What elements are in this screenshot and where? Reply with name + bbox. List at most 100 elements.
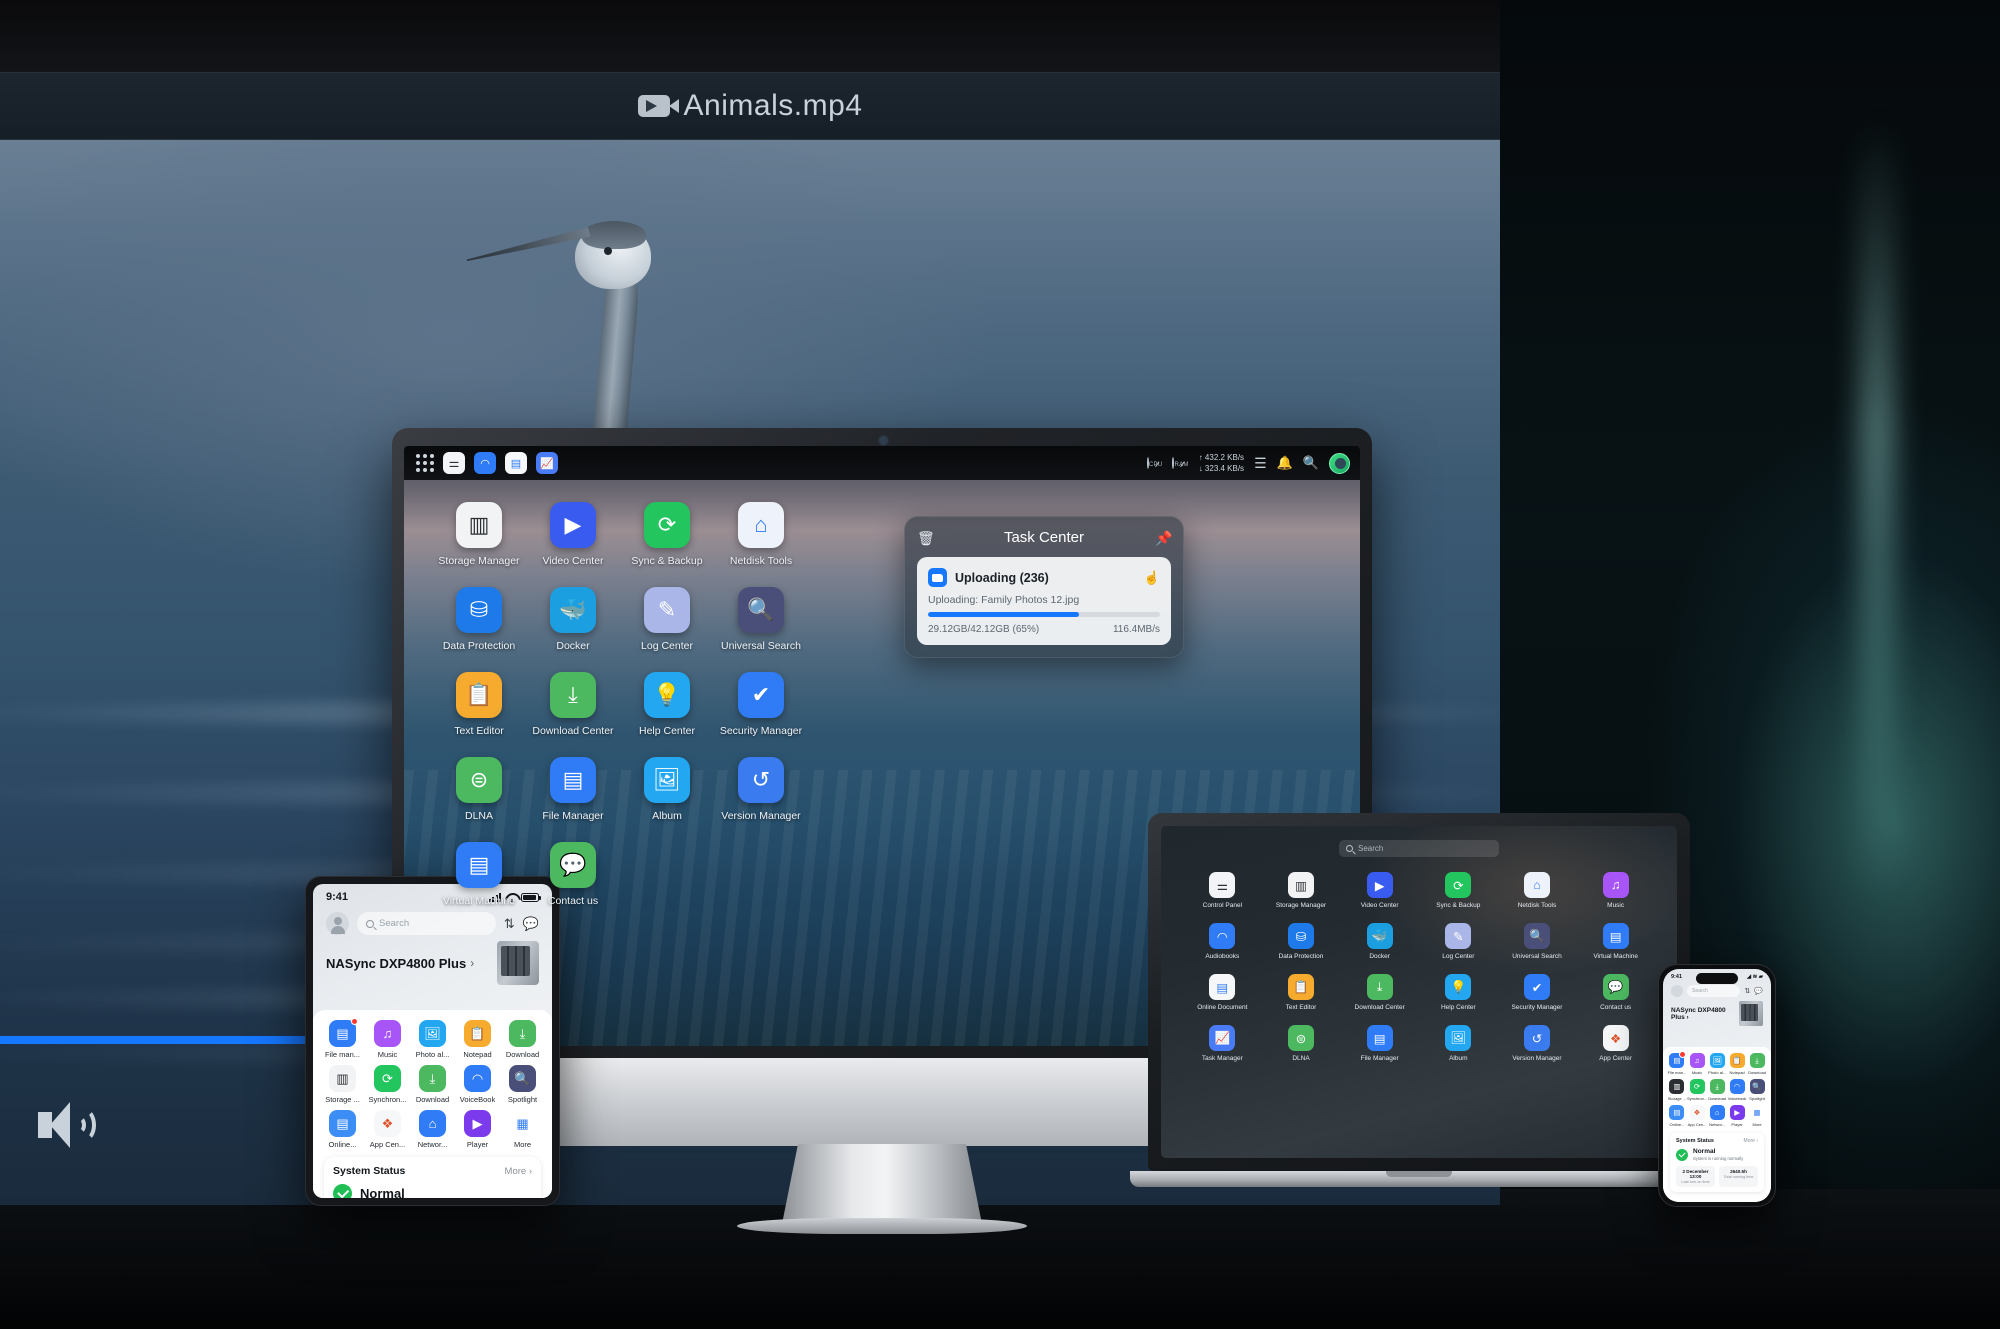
tablet-app-download[interactable]: ⤓ Download	[500, 1020, 545, 1059]
desktop-app-docker[interactable]: 🐳 Docker	[526, 587, 620, 652]
transfer-icon[interactable]: ⇅	[504, 916, 515, 932]
laptop-app-netdisk-tools[interactable]: ⌂ Netdisk Tools	[1498, 872, 1577, 909]
audiobooks-icon[interactable]: ◠	[474, 452, 496, 474]
phone-app-notepad[interactable]: 📋 Notepad	[1727, 1053, 1747, 1075]
avatar-icon[interactable]	[326, 912, 349, 935]
laptop-app-log-center[interactable]: ✎ Log Center	[1419, 923, 1498, 960]
search-icon[interactable]: 🔍	[1303, 455, 1319, 471]
tablet-app-download[interactable]: ⤓ Download	[410, 1065, 455, 1104]
tablet-app-networ[interactable]: ⌂ Networ...	[410, 1110, 455, 1149]
transfer-icon[interactable]: ⇅	[1744, 987, 1750, 995]
phone-app-online[interactable]: ▤ Online...	[1667, 1105, 1687, 1127]
desktop-app-log-center[interactable]: ✎ Log Center	[620, 587, 714, 652]
desktop-app-contact-us[interactable]: 💬 Contact us	[526, 842, 620, 907]
tablet-app-music[interactable]: ♫ Music	[365, 1020, 410, 1059]
desktop-app-sync-backup[interactable]: ⟳ Sync & Backup	[620, 502, 714, 567]
tablet-app-more[interactable]: ▦ More	[500, 1110, 545, 1149]
list-icon[interactable]: ☰	[1254, 455, 1267, 472]
desktop-app-virtual-machine[interactable]: ▤ Virtual Machine	[432, 842, 526, 907]
laptop-app-task-manager[interactable]: 📈 Task Manager	[1183, 1025, 1262, 1062]
desktop-app-data-protection[interactable]: ⛁ Data Protection	[432, 587, 526, 652]
tablet-app-file-man[interactable]: ▤ File man...	[320, 1018, 365, 1059]
desktop-app-album[interactable]: 🖼 Album	[620, 757, 714, 822]
desktop-app-text-editor[interactable]: 📋 Text Editor	[432, 672, 526, 737]
tablet-app-photo-al[interactable]: 🖼 Photo al...	[410, 1020, 455, 1059]
online-document-icon[interactable]: ▤	[505, 452, 527, 474]
tablet-app-app-cen[interactable]: ❖ App Cen...	[365, 1110, 410, 1149]
laptop-app-music[interactable]: ♫ Music	[1576, 872, 1655, 909]
task-manager-icon[interactable]: 📈	[536, 452, 558, 474]
phone-app-download[interactable]: ⤓ Download	[1707, 1079, 1727, 1101]
phone-app-more[interactable]: ▦ More	[1747, 1105, 1767, 1127]
avatar-icon[interactable]	[1329, 452, 1350, 474]
tablet-app-player[interactable]: ▶ Player	[455, 1110, 500, 1149]
laptop-app-storage-manager[interactable]: ▥ Storage Manager	[1262, 872, 1341, 909]
pin-icon[interactable]: 📌	[1155, 530, 1172, 546]
laptop-app-docker[interactable]: 🐳 Docker	[1340, 923, 1419, 960]
laptop-app-control-panel[interactable]: ⚌ Control Panel	[1183, 872, 1262, 909]
desktop-app-video-center[interactable]: ▶ Video Center	[526, 502, 620, 567]
desktop-app-version-manager[interactable]: ↺ Version Manager	[714, 757, 808, 822]
volume-on-icon[interactable]	[38, 1100, 96, 1152]
laptop-app-dlna[interactable]: ⊜ DLNA	[1262, 1025, 1341, 1062]
task-card[interactable]: Uploading (236) ☝ Uploading: Family Phot…	[917, 557, 1171, 645]
laptop-app-file-manager[interactable]: ▤ File Manager	[1340, 1025, 1419, 1062]
system-status-more-link[interactable]: More ›	[505, 1166, 532, 1177]
tablet-app-synchron[interactable]: ⟳ Synchron...	[365, 1065, 410, 1104]
laptop-app-text-editor[interactable]: 📋 Text Editor	[1262, 974, 1341, 1011]
tablet-app-storage[interactable]: ▥ Storage ...	[320, 1065, 365, 1104]
desktop-app-download-center[interactable]: ⤓ Download Center	[526, 672, 620, 737]
tablet-app-voicebook[interactable]: ◠ VoiceBook	[455, 1065, 500, 1104]
phone-app-storage[interactable]: ▥ Storage ...	[1667, 1079, 1687, 1101]
phone-app-voicebook[interactable]: ◠ Voicebook	[1727, 1079, 1747, 1101]
laptop-app-app-center[interactable]: ❖ App Center	[1576, 1025, 1655, 1062]
control-panel-icon[interactable]: ⚌	[443, 452, 465, 474]
laptop-app-download-center[interactable]: ⤓ Download Center	[1340, 974, 1419, 1011]
phone-system-status-card[interactable]: System Status More › Normal System is ru…	[1670, 1133, 1764, 1192]
desktop-app-netdisk-tools[interactable]: ⌂ Netdisk Tools	[714, 502, 808, 567]
tablet-device-row[interactable]: NASync DXP4800 Plus ›	[313, 935, 552, 989]
chat-icon[interactable]: 💬	[523, 916, 539, 932]
phone-app-networ[interactable]: ⌂ Networ...	[1707, 1105, 1727, 1127]
laptop-app-sync-backup[interactable]: ⟳ Sync & Backup	[1419, 872, 1498, 909]
laptop-app-audiobooks[interactable]: ◠ Audiobooks	[1183, 923, 1262, 960]
laptop-app-help-center[interactable]: 💡 Help Center	[1419, 974, 1498, 1011]
laptop-app-data-protection[interactable]: ⛁ Data Protection	[1262, 923, 1341, 960]
phone-device-row[interactable]: NASync DXP4800 Plus ›	[1663, 997, 1771, 1029]
laptop-app-version-manager[interactable]: ↺ Version Manager	[1498, 1025, 1577, 1062]
phone-app-app-cen[interactable]: ❖ App Cen...	[1687, 1105, 1707, 1127]
laptop-app-album[interactable]: 🖼 Album	[1419, 1025, 1498, 1062]
phone-app-download[interactable]: ⤓ Download	[1747, 1053, 1767, 1075]
phone-app-player[interactable]: ▶ Player	[1727, 1105, 1747, 1127]
laptop-app-universal-search[interactable]: 🔍 Universal Search	[1498, 923, 1577, 960]
system-status-more-link[interactable]: More ›	[1744, 1138, 1758, 1144]
laptop-app-online-document[interactable]: ▤ Online Document	[1183, 974, 1262, 1011]
laptop-search-input[interactable]: Search	[1339, 840, 1499, 857]
tablet-system-status-card[interactable]: System Status More › Normal	[324, 1157, 541, 1198]
tablet-app-spotlight[interactable]: 🔍 Spotlight	[500, 1065, 545, 1104]
phone-app-spotlight[interactable]: 🔍 Spotlight	[1747, 1079, 1767, 1101]
laptop-app-virtual-machine[interactable]: ▤ Virtual Machine	[1576, 923, 1655, 960]
desktop-app-security-manager[interactable]: ✔ Security Manager	[714, 672, 808, 737]
phone-search-input[interactable]: Search	[1687, 985, 1741, 997]
desktop-app-file-manager[interactable]: ▤ File Manager	[526, 757, 620, 822]
desktop-app-universal-search[interactable]: 🔍 Universal Search	[714, 587, 808, 652]
phone-app-file-man[interactable]: ▤ File man...	[1667, 1051, 1687, 1075]
phone-app-photo-al[interactable]: 🖼 Photo al...	[1707, 1053, 1727, 1075]
laptop-app-security-manager[interactable]: ✔ Security Manager	[1498, 974, 1577, 1011]
phone-app-synchron[interactable]: ⟳ Synchron...	[1687, 1079, 1707, 1101]
app-launcher-icon[interactable]	[416, 454, 434, 472]
tablet-app-online[interactable]: ▤ Online...	[320, 1110, 365, 1149]
avatar-icon[interactable]	[1671, 985, 1683, 997]
bell-icon[interactable]: 🔔	[1277, 455, 1293, 471]
task-center-panel[interactable]: 🗑 Task Center 📌 Uploading (236) ☝ Upload…	[904, 516, 1184, 658]
tablet-app-notepad[interactable]: 📋 Notepad	[455, 1020, 500, 1059]
desktop-app-dlna[interactable]: ⊜ DLNA	[432, 757, 526, 822]
tablet-search-input[interactable]: Search	[357, 912, 496, 935]
desktop-app-storage-manager[interactable]: ▥ Storage Manager	[432, 502, 526, 567]
phone-app-music[interactable]: ♫ Music	[1687, 1053, 1707, 1075]
clear-tasks-icon[interactable]: 🗑	[917, 530, 935, 546]
chat-icon[interactable]: 💬	[1754, 987, 1763, 995]
laptop-app-video-center[interactable]: ▶ Video Center	[1340, 872, 1419, 909]
laptop-app-contact-us[interactable]: 💬 Contact us	[1576, 974, 1655, 1011]
